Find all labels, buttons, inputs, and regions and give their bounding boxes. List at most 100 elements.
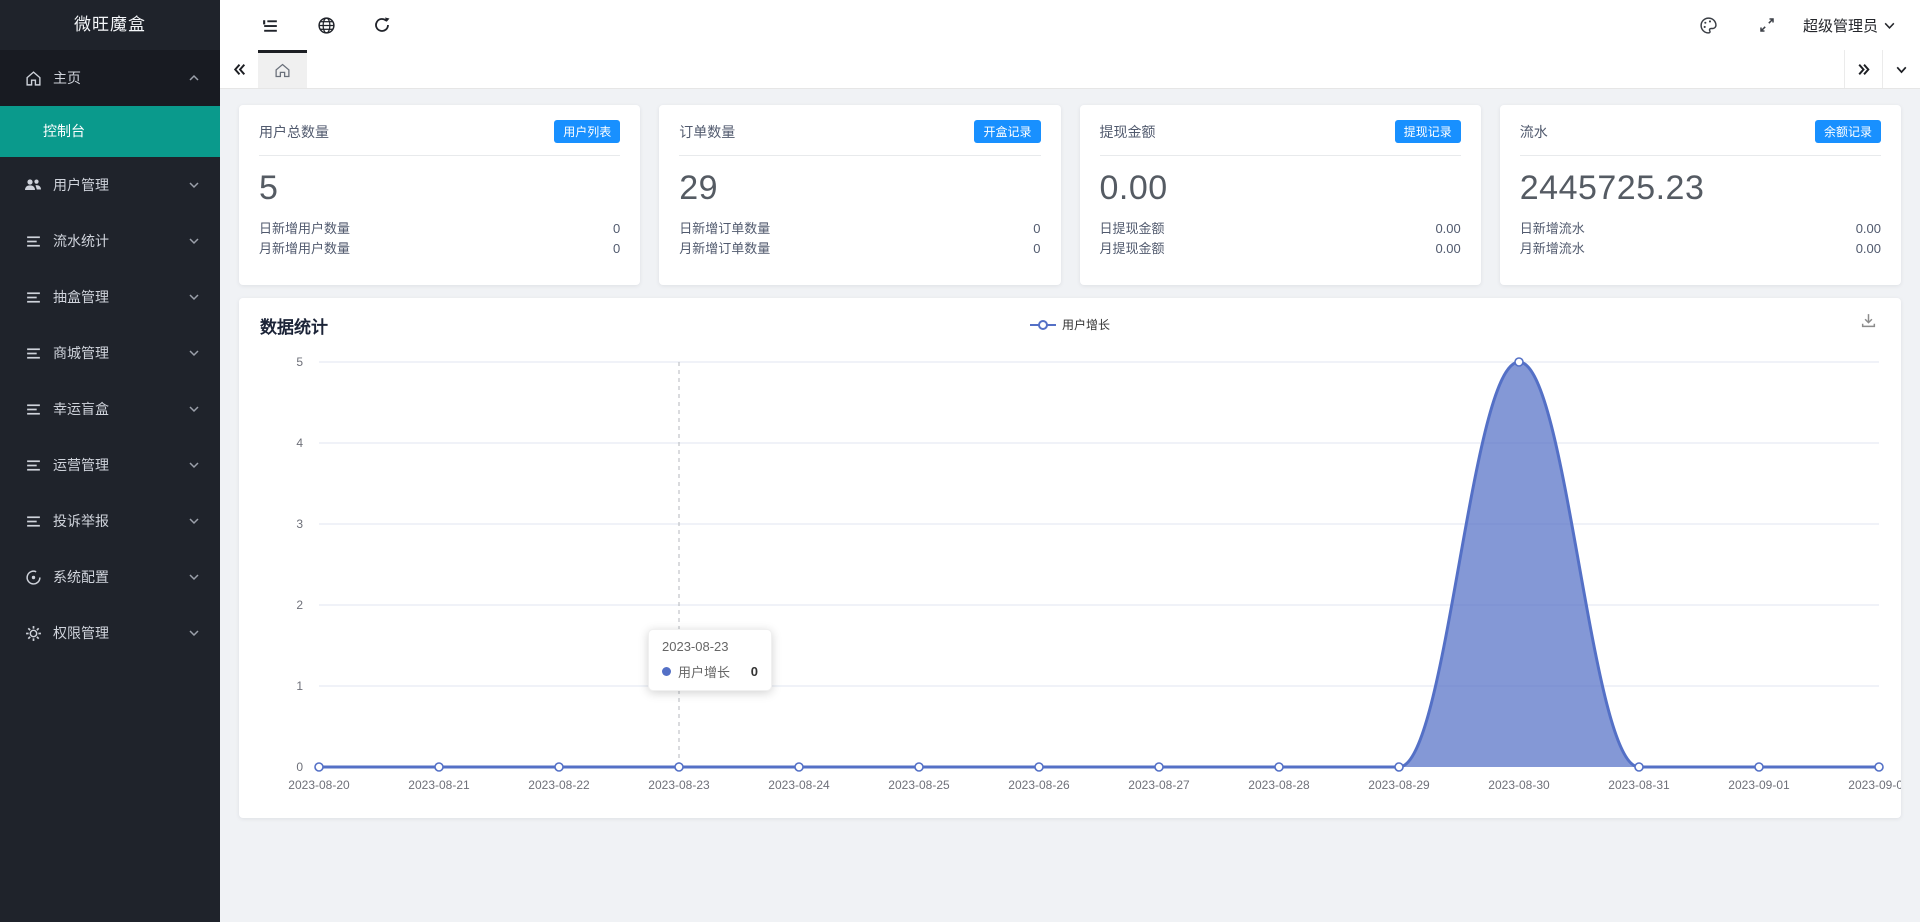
sidebar-item-mall-management[interactable]: 商城管理 [0,325,220,381]
tab-home[interactable] [258,50,307,88]
topbar: 超级管理员 [220,0,1920,50]
stat-row-label: 日提现金额 [1100,219,1165,239]
language-globe-icon[interactable] [298,0,354,50]
series-line [319,362,1879,767]
sidebar-item-label: 系统配置 [53,567,188,587]
stat-card-title: 流水 [1520,122,1548,142]
sidebar: 微旺魔盒 主页 控制台 用户管理 流水统计 抽盒管理 [0,0,220,922]
user-menu[interactable]: 超级管理员 [1803,15,1896,36]
chevron-down-icon [188,571,200,583]
data-point-marker [315,763,323,771]
stat-card-value: 29 [679,169,1040,208]
x-axis-label: 2023-09-02 [1848,778,1901,792]
sidebar-item-user-management[interactable]: 用户管理 [0,157,220,213]
tabbar-spacer [307,50,1844,88]
chart-tooltip: 2023-08-23 用户增长 0 [648,629,772,691]
stat-row-value: 0.00 [1435,219,1460,239]
stat-row-label: 月新增用户数量 [259,239,350,259]
x-axis-label: 2023-08-26 [1008,778,1070,792]
sidebar-item-permission-management[interactable]: 权限管理 [0,605,220,661]
stat-row-label: 月新增流水 [1520,239,1585,259]
stat-row-label: 月提现金额 [1100,239,1165,259]
list-icon [24,344,42,362]
series-area [319,362,1879,767]
app-logo: 微旺魔盒 [0,0,220,50]
sidebar-item-label: 流水统计 [53,231,188,251]
data-point-marker [1875,763,1883,771]
gear-icon [24,624,42,642]
stat-row-label: 日新增流水 [1520,219,1585,239]
x-axis-label: 2023-08-30 [1488,778,1550,792]
menu-fold-icon[interactable] [242,0,298,50]
stat-row-value: 0.00 [1856,219,1881,239]
sidebar-item-system-config[interactable]: 系统配置 [0,549,220,605]
tabs-options-button[interactable] [1882,50,1920,88]
tabbar [220,50,1920,89]
chevron-up-icon [188,72,200,84]
fullscreen-icon[interactable] [1745,0,1789,50]
sidebar-item-box-management[interactable]: 抽盒管理 [0,269,220,325]
data-point-marker [435,763,443,771]
sidebar-item-lucky-blindbox[interactable]: 幸运盲盒 [0,381,220,437]
data-point-marker [1635,763,1643,771]
refresh-icon[interactable] [354,0,410,50]
user-list-badge[interactable]: 用户列表 [554,120,620,143]
stat-card-value: 2445725.23 [1520,169,1881,208]
home-icon [24,69,42,87]
sidebar-item-flow-stats[interactable]: 流水统计 [0,213,220,269]
stat-row-label: 月新增订单数量 [679,239,770,259]
data-point-marker [1755,763,1763,771]
sidebar-item-label: 抽盒管理 [53,287,188,307]
users-icon [24,176,42,194]
tabs-scroll-right-button[interactable] [1844,50,1882,88]
sidebar-item-label: 运营管理 [53,455,188,475]
x-axis-label: 2023-08-28 [1248,778,1310,792]
content-column: 超级管理员 用户总数量 用户列表 5 [220,0,1920,922]
x-axis-label: 2023-08-24 [768,778,830,792]
list-icon [24,288,42,306]
chevron-down-icon [188,403,200,415]
stat-card-orders: 订单数量 开盒记录 29 日新增订单数量0 月新增订单数量0 [659,105,1060,285]
tooltip-series-dot [662,667,671,676]
sidebar-item-label: 用户管理 [53,175,188,195]
chevron-down-icon [188,347,200,359]
data-point-marker [915,763,923,771]
stat-card-title: 订单数量 [679,122,735,142]
sidebar-item-home[interactable]: 主页 [0,50,220,106]
list-icon [24,400,42,418]
open-box-records-badge[interactable]: 开盒记录 [974,120,1040,143]
stat-row-value: 0 [613,219,620,239]
balance-records-badge[interactable]: 余额记录 [1815,120,1881,143]
sidebar-item-operations[interactable]: 运营管理 [0,437,220,493]
stat-row-value: 0 [1033,219,1040,239]
sidebar-item-complaints[interactable]: 投诉举报 [0,493,220,549]
data-point-marker [1395,763,1403,771]
chevron-down-icon [188,459,200,471]
sidebar-item-label: 权限管理 [53,623,188,643]
withdrawal-records-badge[interactable]: 提现记录 [1395,120,1461,143]
y-axis-label: 4 [296,436,303,450]
sidebar-item-console[interactable]: 控制台 [0,106,220,157]
tooltip-value: 0 [751,664,758,679]
stat-card-turnover: 流水 余额记录 2445725.23 日新增流水0.00 月新增流水0.00 [1500,105,1901,285]
stat-card-total-users: 用户总数量 用户列表 5 日新增用户数量0 月新增用户数量0 [239,105,640,285]
stat-row-value: 0 [613,239,620,259]
stat-card-value: 5 [259,169,620,208]
chevron-down-icon [1883,19,1896,32]
y-axis-label: 3 [296,517,303,531]
tooltip-date: 2023-08-23 [662,639,758,654]
stat-card-value: 0.00 [1100,169,1461,208]
x-axis-label: 2023-08-27 [1128,778,1190,792]
tabs-scroll-left-button[interactable] [220,50,258,88]
data-point-marker [1515,358,1523,366]
stat-card-title: 用户总数量 [259,122,329,142]
sidebar-item-label: 主页 [53,68,188,88]
x-axis-label: 2023-08-23 [648,778,710,792]
chart-canvas[interactable]: 0123452023-08-202023-08-212023-08-222023… [239,298,1901,818]
stat-card-title: 提现金额 [1100,122,1156,142]
chevron-down-icon [188,291,200,303]
data-point-marker [1155,763,1163,771]
theme-palette-icon[interactable] [1687,0,1731,50]
chevron-down-icon [1894,62,1909,77]
chevron-down-icon [188,627,200,639]
